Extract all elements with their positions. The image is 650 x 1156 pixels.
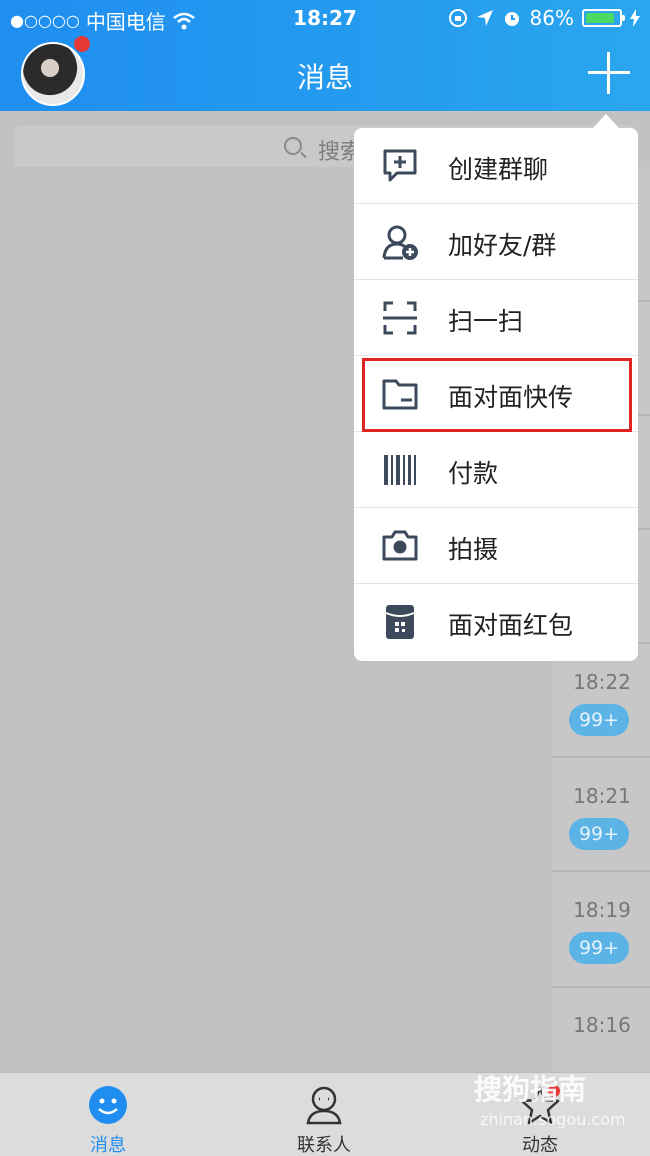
menu-item-red-packet[interactable]: 面对面红包 <box>354 584 638 660</box>
watermark-url: zhinan.sogou.com <box>480 1110 626 1129</box>
conversation-time: 18:21 <box>573 784 631 808</box>
menu-item-label: 加好友/群 <box>448 231 557 260</box>
menu-item-add-friend[interactable]: 加好友/群 <box>354 204 638 280</box>
camera-icon <box>382 530 418 561</box>
create-group-chat-icon <box>383 149 417 182</box>
search-icon <box>284 137 302 155</box>
page-title: 消息 <box>296 61 353 94</box>
menu-pointer <box>592 114 620 129</box>
unread-badge: 99+ <box>569 932 629 964</box>
status-bar: ●○○○○ 中国电信 18:27 86% <box>0 0 650 36</box>
app-header: ●○○○○ 中国电信 18:27 86% 消息 <box>0 0 650 111</box>
menu-item-label: 付款 <box>448 459 499 488</box>
battery-icon <box>582 9 625 27</box>
conversation-time: 18:19 <box>573 898 631 922</box>
conversation-time: 18:16 <box>573 1013 631 1037</box>
add-menu-button[interactable] <box>588 52 630 94</box>
notification-dot <box>74 36 90 52</box>
unread-badge: 99+ <box>569 818 629 850</box>
list-divider <box>552 870 650 872</box>
rotation-lock-icon <box>448 9 467 27</box>
scan-icon <box>383 301 417 335</box>
unread-badge: 99+ <box>569 704 629 736</box>
menu-item-create-group-chat[interactable]: 创建群聊 <box>354 128 638 204</box>
menu-item-label: 创建群聊 <box>448 155 549 184</box>
menu-item-payment[interactable]: 付款 <box>354 432 638 508</box>
person-icon <box>306 1086 342 1125</box>
barcode-icon <box>384 455 416 485</box>
add-friend-icon <box>382 225 418 260</box>
conversation-time: 18:22 <box>573 670 631 694</box>
menu-item-shoot[interactable]: 拍摄 <box>354 508 638 584</box>
alarm-icon <box>504 12 519 26</box>
list-divider <box>552 986 650 988</box>
tab-label: 联系人 <box>297 1135 351 1156</box>
chat-bubble-icon <box>89 1086 127 1124</box>
watermark-text: 搜狗指南 <box>474 1073 587 1106</box>
menu-item-label: 扫一扫 <box>448 307 524 336</box>
battery-percent: 86% <box>529 6 574 30</box>
charging-icon <box>630 9 640 27</box>
menu-item-label: 面对面红包 <box>448 611 574 640</box>
list-divider <box>552 756 650 758</box>
red-packet-icon <box>385 605 415 639</box>
highlight-box <box>362 358 632 432</box>
tab-label: 消息 <box>90 1135 126 1156</box>
menu-item-label: 拍摄 <box>448 535 499 564</box>
location-icon <box>476 10 493 26</box>
tab-contacts[interactable]: 联系人 <box>264 1073 384 1156</box>
tab-messages[interactable]: 消息 <box>48 1073 168 1156</box>
menu-item-scan[interactable]: 扫一扫 <box>354 280 638 356</box>
tab-label: 动态 <box>522 1135 558 1156</box>
